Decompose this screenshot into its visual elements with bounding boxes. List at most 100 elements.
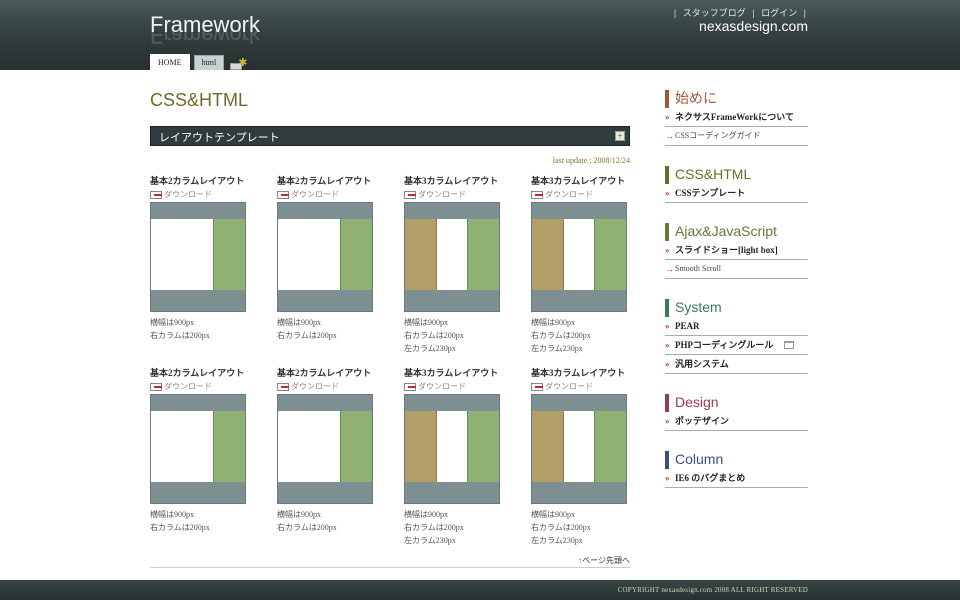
thumb-header-band xyxy=(532,395,626,411)
layout-thumbnail[interactable] xyxy=(404,394,500,504)
sidebar-section: CSS&HTML » CSSテンプレート xyxy=(665,166,808,203)
thumb-right-column xyxy=(213,219,245,290)
download-link[interactable]: ダウンロード xyxy=(531,381,627,392)
tab-html[interactable]: html xyxy=(193,55,225,70)
download-label: ダウンロード xyxy=(545,382,593,391)
download-link[interactable]: ダウンロード xyxy=(150,381,246,392)
download-label: ダウンロード xyxy=(164,382,212,391)
layout-template-card: 基本3カラムレイアウト ダウンロード 横幅は900px 右カラムは200px 左カラム2… xyxy=(404,174,500,355)
description-line: 右カラムは200px xyxy=(150,523,210,532)
double-chevron-right-icon: » xyxy=(665,340,670,350)
download-link[interactable]: ダウンロード xyxy=(277,381,373,392)
layout-template-card: 基本2カラムレイアウト ダウンロード 横幅は900px 右カラムは200px xyxy=(150,366,246,534)
last-update: last update : 2008/12/24 xyxy=(552,156,630,165)
description-line: 右カラムは200px xyxy=(404,331,464,340)
download-label: ダウンロード xyxy=(164,190,212,199)
layout-template-card: 基本2カラムレイアウト ダウンロード 横幅は900px 右カラムは200px xyxy=(277,366,373,534)
download-link[interactable]: ダウンロード xyxy=(404,381,500,392)
download-link[interactable]: ダウンロード xyxy=(150,189,246,200)
download-icon xyxy=(531,382,543,391)
expand-icon[interactable]: + xyxy=(615,131,625,141)
layout-thumbnail[interactable] xyxy=(277,202,373,312)
thumb-right-column xyxy=(594,219,626,290)
thumb-header-band xyxy=(278,203,372,219)
download-link[interactable]: ダウンロード xyxy=(277,189,373,200)
card-description: 横幅は900px 右カラムは200px 左カラム230px xyxy=(404,508,500,547)
settings-folder-icon[interactable]: ✱ xyxy=(230,58,248,70)
card-title: 基本2カラムレイアウト xyxy=(277,368,372,378)
description-line: 右カラムは200px xyxy=(404,523,464,532)
sidebar-section: 始めに» ネクサスFrameWorkについて → CSSコーディングガイド xyxy=(665,90,808,146)
site-url[interactable]: nexasdesign.com xyxy=(699,18,808,34)
staff-blog-link[interactable]: スタッフブログ xyxy=(683,8,746,18)
sidebar-item-label: CSSテンプレート xyxy=(675,188,746,198)
sidebar-item[interactable]: → Smooth Scroll xyxy=(665,260,808,279)
login-link[interactable]: ログイン xyxy=(761,8,797,18)
download-link[interactable]: ダウンロード xyxy=(404,189,500,200)
download-icon xyxy=(404,190,416,199)
sidebar-item-label: ネクサスFrameWorkについて xyxy=(675,112,795,122)
back-to-top-link[interactable]: ↑ページ先頭へ xyxy=(578,555,630,566)
description-line: 左カラム230px xyxy=(531,344,583,353)
download-icon xyxy=(150,382,162,391)
layout-template-card: 基本3カラムレイアウト ダウンロード 横幅は900px 右カラムは200px 左カラム2… xyxy=(531,366,627,547)
sidebar-heading: Ajax&JavaScript xyxy=(665,223,808,241)
layout-thumbnail[interactable] xyxy=(277,394,373,504)
double-chevron-right-icon: » xyxy=(665,416,670,426)
thumb-footer-band xyxy=(151,290,245,311)
sidebar-heading: CSS&HTML xyxy=(665,166,808,184)
download-label: ダウンロード xyxy=(545,190,593,199)
layout-thumbnail[interactable] xyxy=(531,394,627,504)
sidebar-item[interactable]: » ネクサスFrameWorkについて xyxy=(665,108,808,127)
description-line: 横幅は900px xyxy=(277,318,321,327)
page-title: CSS&HTML xyxy=(150,90,249,110)
sidebar-item[interactable]: → CSSコーディングガイド xyxy=(665,127,808,146)
thumb-left-column xyxy=(532,219,564,290)
layout-thumbnail[interactable] xyxy=(404,202,500,312)
arrow-right-icon: → xyxy=(665,131,674,141)
layout-template-card: 基本3カラムレイアウト ダウンロード 横幅は900px 右カラムは200px 左カラム2… xyxy=(404,366,500,547)
sidebar-item-label: 汎用システム xyxy=(675,359,729,369)
thumb-footer-band xyxy=(405,482,499,503)
thumb-header-band xyxy=(151,203,245,219)
sidebar-section: Column » IE6 のバグまとめ xyxy=(665,451,808,488)
site-logo-reflection: Framework xyxy=(150,30,261,48)
sidebar-item[interactable]: » 汎用システム xyxy=(665,355,808,374)
thumb-footer-band xyxy=(151,482,245,503)
description-line: 右カラムは200px xyxy=(277,331,337,340)
thumb-left-column xyxy=(405,219,437,290)
site-header: Framework Framework | スタッフブログ | ログイン | n… xyxy=(0,0,960,70)
double-chevron-right-icon: » xyxy=(665,188,670,198)
description-line: 横幅は900px xyxy=(404,510,448,519)
back-to-top-label: ページ先頭へ xyxy=(582,556,630,565)
card-title: 基本3カラムレイアウト xyxy=(404,368,499,378)
download-link[interactable]: ダウンロード xyxy=(531,189,627,200)
thumb-footer-band xyxy=(532,290,626,311)
separator: | xyxy=(752,8,755,18)
thumb-right-column xyxy=(467,411,499,482)
layout-thumbnail[interactable] xyxy=(531,202,627,312)
download-label: ダウンロード xyxy=(418,382,466,391)
sidebar-item-label: IE6 のバグまとめ xyxy=(675,473,746,483)
layout-thumbnail[interactable] xyxy=(150,394,246,504)
description-line: 横幅は900px xyxy=(404,318,448,327)
sidebar-heading: Design xyxy=(665,394,808,412)
double-chevron-right-icon: » xyxy=(665,112,670,122)
thumb-right-column xyxy=(340,411,372,482)
card-title: 基本2カラムレイアウト xyxy=(150,176,245,186)
card-description: 横幅は900px 右カラムは200px xyxy=(277,316,373,342)
thumb-right-column xyxy=(594,411,626,482)
sidebar-item[interactable]: » スライドショー[light box] xyxy=(665,241,808,260)
sidebar-item[interactable]: » PEAR xyxy=(665,317,808,336)
download-label: ダウンロード xyxy=(291,382,339,391)
sidebar-item[interactable]: » IE6 のバグまとめ xyxy=(665,469,808,488)
description-line: 右カラムは200px xyxy=(531,331,591,340)
site-footer: COPYRIGHT nexasdesign.com 2008 ALL RIGHT… xyxy=(0,580,960,600)
layout-thumbnail[interactable] xyxy=(150,202,246,312)
tab-home[interactable]: HOME xyxy=(150,54,190,70)
sidebar-item-label: CSSコーディングガイド xyxy=(675,131,761,140)
thumb-footer-band xyxy=(278,290,372,311)
sidebar-item[interactable]: » CSSテンプレート xyxy=(665,184,808,203)
sidebar-item[interactable]: » ポッテザイン xyxy=(665,412,808,431)
sidebar-item[interactable]: » PHPコーディングルール xyxy=(665,336,808,355)
